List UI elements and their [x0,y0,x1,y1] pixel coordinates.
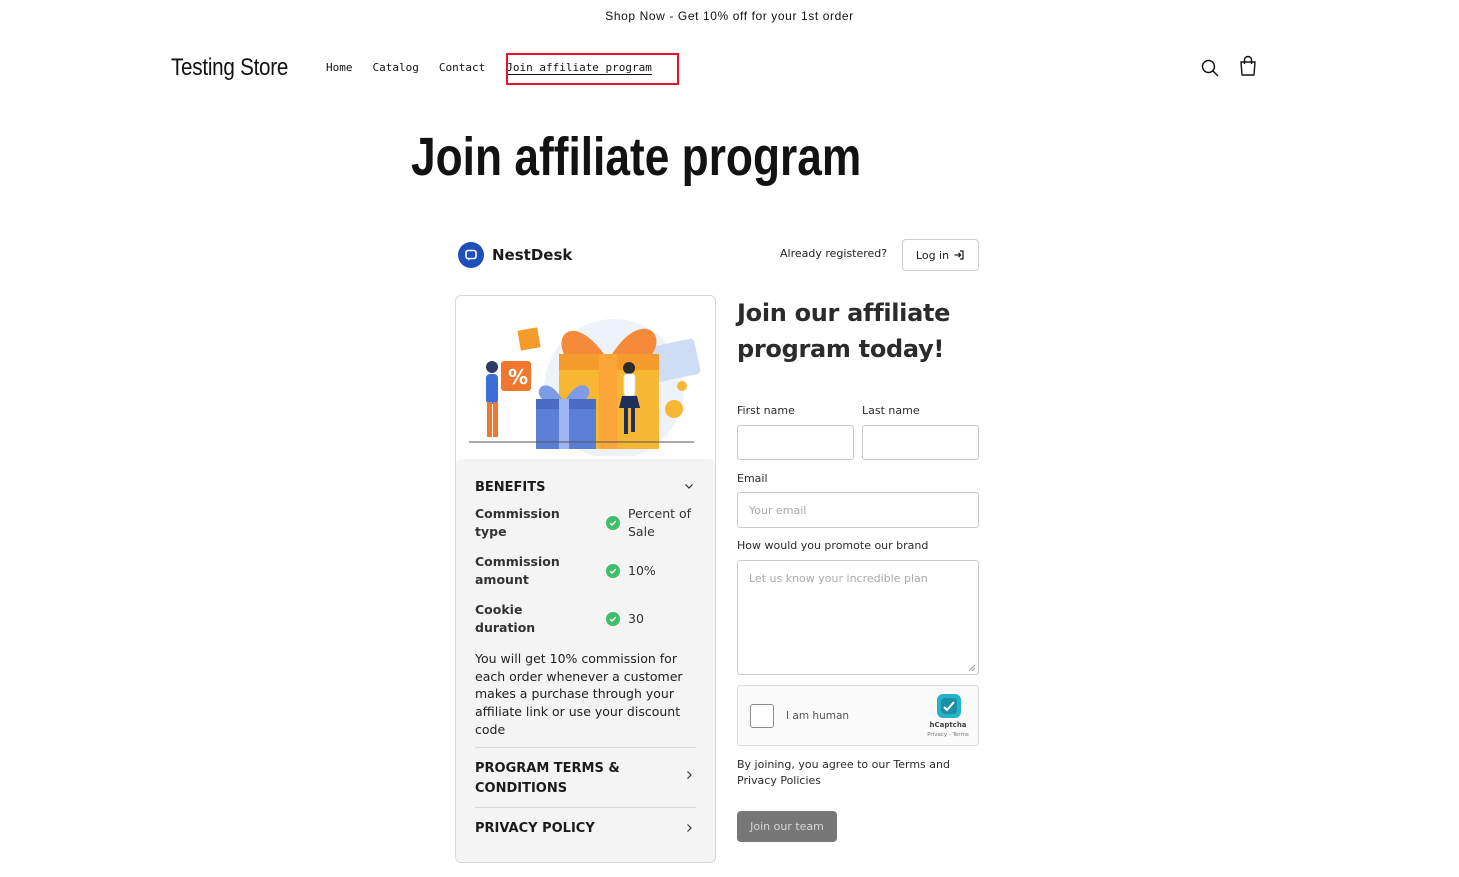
check-circle-icon [606,612,620,626]
announcement-bar: Shop Now - Get 10% off for your 1st orde… [0,0,1459,32]
benefit-label-commission-amount: Commission amount [475,554,560,587]
brand-name: NestDesk [492,246,573,264]
promote-textarea[interactable]: Let us know your incredible plan [737,560,979,675]
bag-icon[interactable] [1237,54,1259,76]
site-header: Testing Store Home Catalog Contact Join … [0,40,1459,96]
email-input[interactable]: Your email [737,492,979,528]
chevron-right-icon[interactable] [684,765,694,779]
nav-catalog[interactable]: Catalog [373,61,419,74]
captcha-label: I am human [786,710,850,722]
nav-home[interactable]: Home [326,61,353,74]
last-name-input[interactable] [862,425,979,460]
promote-label: How would you promote our brand [737,539,929,552]
terms-title[interactable]: PROGRAM TERMS & CONDITIONS [475,759,635,799]
divider [475,747,696,748]
benefits-description: You will get 10% commission for each ord… [475,651,683,737]
captcha-checkbox[interactable] [750,704,774,728]
page-title: Join affiliate program [411,127,862,187]
join-team-button[interactable]: Join our team [737,811,837,842]
gift-illustration: % [464,304,709,459]
nav-contact[interactable]: Contact [439,61,485,74]
hcaptcha-logo-icon [935,692,963,724]
captcha-brand: hCaptcha [929,721,967,729]
chevron-down-icon[interactable] [684,476,694,489]
email-placeholder: Your email [749,503,807,517]
captcha-links[interactable]: Privacy - Terms [924,732,972,738]
login-arrow-icon [954,250,964,260]
benefits-section: BENEFITS Commission type Percent of Sale… [456,459,715,862]
program-info-card: % BENEFITS Commission type Percent of Sa… [455,295,716,863]
nav-highlight-box [506,53,679,85]
check-circle-icon [606,516,620,530]
benefit-value-cookie-duration: 30 [628,611,644,626]
nestdesk-logo-icon [458,242,484,268]
already-registered-text: Already registered? [780,247,888,260]
benefits-title[interactable]: BENEFITS [475,478,546,498]
store-logo[interactable]: Testing Store [171,54,288,82]
resize-handle-icon[interactable] [968,664,976,672]
agreement-text: By joining, you agree to our Terms and P… [737,758,950,787]
widget-brand: NestDesk [458,242,572,268]
search-icon[interactable] [1199,57,1221,79]
announcement-text[interactable]: Shop Now - Get 10% off for your 1st orde… [605,9,854,23]
divider [475,807,696,808]
captcha-widget: I am human hCaptcha Privacy - Terms [737,685,979,746]
form-title: Join our affiliate program today! [737,299,951,363]
last-name-label: Last name [862,404,920,417]
benefit-label-commission-type: Commission type [475,506,560,539]
first-name-label: First name [737,404,795,417]
benefit-value-commission-amount: 10% [628,563,656,578]
login-button[interactable]: Log in [902,239,979,271]
login-label: Log in [915,248,950,262]
privacy-title[interactable]: PRIVACY POLICY [475,819,595,839]
benefit-label-cookie-duration: Cookie duration [475,602,536,635]
chevron-right-icon[interactable] [684,818,694,832]
promote-placeholder: Let us know your incredible plan [749,572,928,585]
email-label: Email [737,472,768,485]
benefit-value-commission-type: Percent of Sale [628,506,692,539]
first-name-input[interactable] [737,425,854,460]
svg-text:%: % [508,365,528,389]
check-circle-icon [606,564,620,578]
